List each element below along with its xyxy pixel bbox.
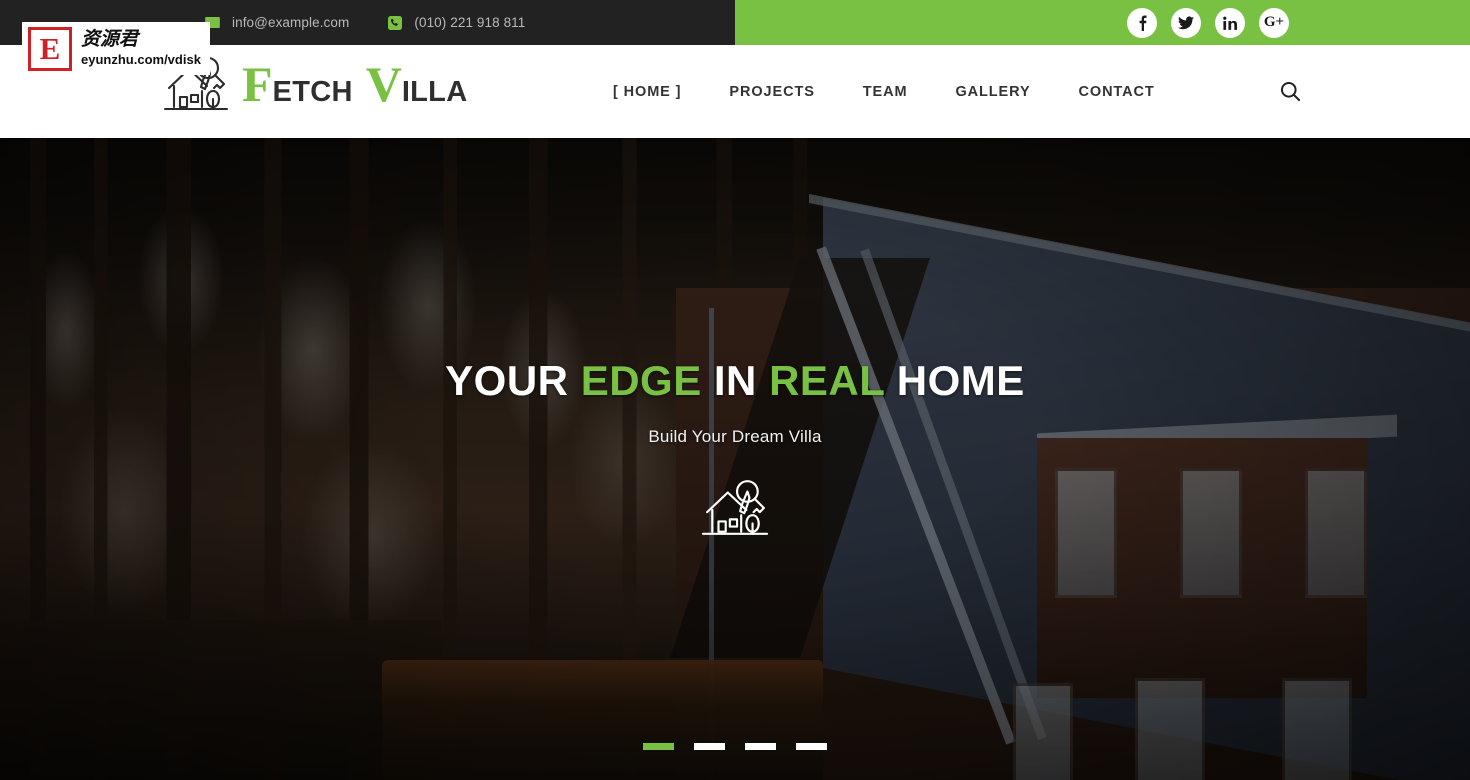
hero-headline-part1: YOUR	[445, 357, 581, 404]
nav-item-home[interactable]: [ HOME ]	[589, 84, 705, 100]
hero-content: YOUR EDGE IN REAL HOME Build Your Dream …	[0, 138, 1470, 780]
contact-phone-text: (010) 221 918 811	[414, 15, 526, 30]
twitter-icon[interactable]	[1171, 7, 1201, 38]
nav-item-gallery[interactable]: GALLERY	[931, 84, 1054, 100]
watermark-text: 资源君 eyunzhu.com/vdisk	[81, 28, 201, 68]
slider-pagination	[633, 743, 837, 750]
watermark-url: eyunzhu.com/vdisk	[81, 52, 201, 68]
top-bar: info@example.com (010) 221 918 811 G+	[0, 0, 1470, 45]
slider-dot-1[interactable]	[643, 743, 674, 750]
contact-email-text: info@example.com	[232, 15, 350, 30]
facebook-icon[interactable]	[1127, 7, 1157, 38]
contact-phone[interactable]: (010) 221 918 811	[387, 15, 525, 30]
hero-headline-real: REAL	[769, 357, 885, 404]
hero-subtitle: Build Your Dream Villa	[648, 427, 822, 446]
hero-headline-part3: HOME	[884, 357, 1025, 404]
logo-v: V	[365, 56, 402, 112]
search-icon[interactable]	[1277, 79, 1303, 105]
watermark-overlay: E 资源君 eyunzhu.com/vdisk	[22, 22, 210, 75]
watermark-letter-icon: E	[28, 26, 72, 71]
slider-dot-4[interactable]	[796, 743, 827, 750]
logo-wordmark: F ETCH V ILLA	[242, 59, 467, 109]
logo-f: F	[242, 56, 273, 112]
house-key-icon	[700, 476, 770, 540]
watermark-cn-title: 资源君	[81, 28, 139, 51]
hero-headline-part2: IN	[701, 357, 770, 404]
google-plus-label: G+	[1263, 14, 1285, 30]
hero-headline: YOUR EDGE IN REAL HOME	[445, 357, 1025, 405]
page-root: info@example.com (010) 221 918 811 G+ F …	[0, 0, 1470, 780]
hero-headline-edge: EDGE	[580, 357, 702, 404]
site-header: F ETCH V ILLA [ HOME ] PROJECTS TEAM GAL…	[0, 45, 1470, 138]
slider-dot-3[interactable]	[745, 743, 776, 750]
linkedin-icon[interactable]	[1215, 7, 1245, 38]
google-plus-icon[interactable]: G+	[1259, 7, 1289, 38]
phone-icon	[387, 15, 402, 30]
nav-item-contact[interactable]: CONTACT	[1055, 84, 1179, 100]
main-navigation: [ HOME ] PROJECTS TEAM GALLERY CONTACT	[589, 45, 1179, 138]
logo-illa: ILLA	[401, 76, 468, 108]
hero-slider: YOUR EDGE IN REAL HOME Build Your Dream …	[0, 138, 1470, 780]
logo-etch: ETCH	[272, 76, 353, 108]
nav-item-projects[interactable]: PROJECTS	[705, 84, 838, 100]
nav-item-team[interactable]: TEAM	[839, 84, 932, 100]
contact-email[interactable]: info@example.com	[205, 15, 349, 30]
slider-dot-2[interactable]	[694, 743, 725, 750]
social-bar: G+	[735, 0, 1470, 45]
